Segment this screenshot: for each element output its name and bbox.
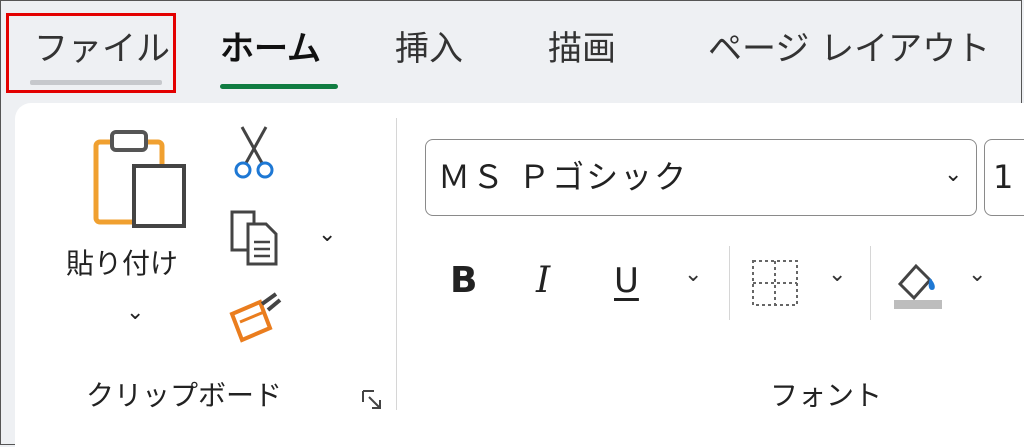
font-group-label: フォント	[770, 379, 883, 412]
borders-icon[interactable]	[750, 258, 800, 308]
italic-button[interactable]: I	[536, 256, 550, 306]
dialog-launcher-icon[interactable]	[360, 388, 384, 412]
font-size-value: 1	[993, 158, 1014, 196]
group-divider	[396, 118, 397, 410]
ribbon-tab-bar: ファイル ホーム 挿入 描画 ページ レイアウト	[0, 0, 1024, 100]
font-name-combobox[interactable]: ＭＳ Ｐゴシック ⌄	[425, 139, 977, 216]
separator	[729, 246, 730, 320]
tab-insert[interactable]: 挿入	[395, 24, 463, 74]
format-painter-icon[interactable]	[224, 290, 284, 346]
scissors-icon[interactable]	[232, 125, 276, 181]
bold-button[interactable]: B	[450, 256, 477, 306]
underline-dropdown-chevron-icon[interactable]: ⌄	[684, 262, 702, 287]
borders-dropdown-chevron-icon[interactable]: ⌄	[828, 262, 846, 287]
paste-icon[interactable]	[90, 128, 190, 228]
underline-button[interactable]: U	[614, 256, 639, 306]
tab-draw[interactable]: 描画	[548, 24, 616, 74]
file-tab-highlight-box	[6, 13, 176, 93]
paste-dropdown-chevron-icon[interactable]: ⌄	[126, 300, 144, 325]
font-name-value: ＭＳ Ｐゴシック	[438, 158, 689, 196]
clipboard-group-label: クリップボード	[86, 379, 283, 412]
fill-color-dropdown-chevron-icon[interactable]: ⌄	[968, 262, 986, 287]
tab-page-layout[interactable]: ページ レイアウト	[708, 24, 990, 74]
copy-icon[interactable]	[226, 206, 282, 268]
chevron-down-icon[interactable]: ⌄	[944, 162, 962, 187]
copy-dropdown-chevron-icon[interactable]: ⌄	[318, 222, 336, 247]
separator	[870, 246, 871, 320]
font-size-combobox[interactable]: 1	[984, 139, 1024, 216]
tab-home[interactable]: ホーム	[220, 24, 321, 74]
paste-button-label[interactable]: 貼り付け	[66, 244, 178, 284]
active-tab-indicator	[220, 84, 338, 89]
fill-color-icon[interactable]	[890, 256, 946, 312]
